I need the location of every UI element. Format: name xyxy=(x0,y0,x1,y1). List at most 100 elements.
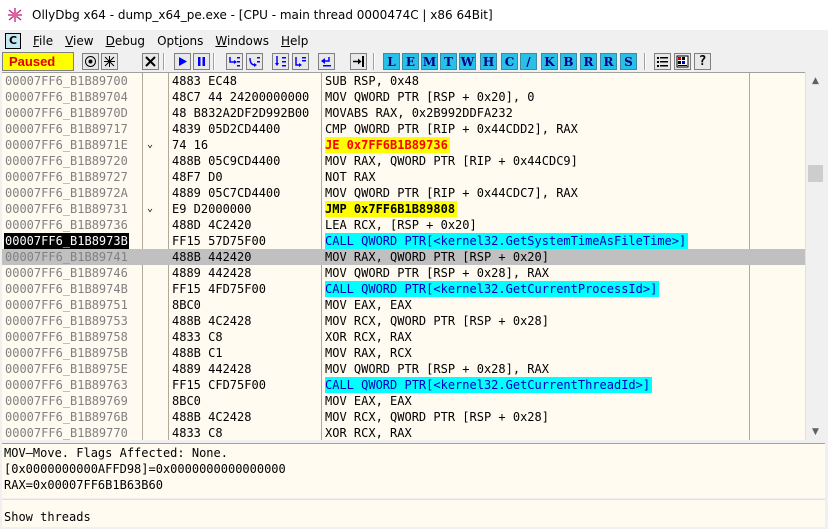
scroll-down-icon[interactable]: ▼ xyxy=(806,423,825,440)
log-window-button[interactable]: L xyxy=(383,53,400,70)
disassembly-scrollbar[interactable]: ▲ ▼ xyxy=(805,72,825,440)
row-address: 00007FF6_B1B89763 xyxy=(5,378,128,392)
row-command: XOR RCX, RAX xyxy=(325,330,412,344)
row-command: MOV QWORD PTR [RSP + 0x28], RAX xyxy=(325,362,549,376)
info-line-instruction: MOV—Move. Flags Affected: None. xyxy=(4,446,228,460)
scroll-thumb[interactable] xyxy=(808,165,823,182)
threads-window-button[interactable]: T xyxy=(440,53,457,70)
disassembly-row[interactable]: 00007FF6_B1B89769 8BC0 MOV EAX, EAX xyxy=(2,393,805,409)
menu-debug[interactable]: Debug xyxy=(100,34,151,48)
disassembly-row[interactable]: 00007FF6_B1B89751 8BC0 MOV EAX, EAX xyxy=(2,297,805,313)
execute-till-return-icon[interactable] xyxy=(318,53,335,70)
disassembly-row[interactable]: 00007FF6_B1B89704 48C7 44 24200000000 MOV … xyxy=(2,89,805,105)
disassembly-row[interactable]: 00007FF6_B1B89736 488D 4C2420 LEA RCX, [RS… xyxy=(2,217,805,233)
info-line-register: RAX=0x00007FF6B1B63B60 xyxy=(4,478,163,492)
disassembly-row[interactable]: 00007FF6_B1B89753 488B 4C2428 MOV RCX, QWO… xyxy=(2,313,805,329)
disassembly-row[interactable]: 00007FF6_B1B8972A 4889 05C7CD4400 MOV QWOR… xyxy=(2,185,805,201)
menu-file[interactable]: File xyxy=(27,34,59,48)
status-bar-text: Show threads xyxy=(4,510,91,524)
toolbar-separator xyxy=(163,53,165,70)
row-command: XOR RCX, RAX xyxy=(325,426,412,440)
current-instruction-address: 00007FF6_B1B8973B xyxy=(4,233,129,249)
cpu-window-icon[interactable]: C xyxy=(5,32,21,49)
disassembly-row[interactable]: 00007FF6_B1B89727 48F7 D0 NOT RAX xyxy=(2,169,805,185)
disassembly-row[interactable]: 00007FF6_B1B8971E ⌄ 74 16 JE 0x7FF6B1B89736 xyxy=(2,137,805,153)
breakpoints-window-button[interactable]: B xyxy=(560,53,577,70)
row-address: 00007FF6_B1B8970D xyxy=(5,106,128,120)
grid-icon[interactable] xyxy=(674,53,691,70)
source-window-button[interactable]: S xyxy=(620,53,637,70)
disassembly-row[interactable]: 00007FF6_B1B8970D 48 B832A2DF2D992B00 MOVA… xyxy=(2,105,805,121)
disassembly-row[interactable]: 00007FF6_B1B89720 488B 05C9CD4400 MOV RAX,… xyxy=(2,153,805,169)
step-over-icon[interactable] xyxy=(246,53,263,70)
row-hex-bytes: 488D 4C2420 xyxy=(172,218,252,232)
step-into-icon[interactable] xyxy=(226,53,243,70)
goto-icon[interactable] xyxy=(350,53,367,70)
disassembly-row[interactable]: 00007FF6_B1B8974B FF15 4FD75F00 CALL QWORD… xyxy=(2,281,805,297)
windows-window-button[interactable]: W xyxy=(459,53,476,70)
row-hex-bytes: FF15 4FD75F00 xyxy=(172,282,266,296)
row-address: 00007FF6_B1B89746 xyxy=(5,266,128,280)
open-icon[interactable] xyxy=(82,53,99,70)
menu-windows[interactable]: Windows xyxy=(209,34,275,48)
call-stack-window-button[interactable]: K xyxy=(541,53,558,70)
menu-help[interactable]: Help xyxy=(275,34,314,48)
row-address: 00007FF6_B1B89720 xyxy=(5,154,128,168)
disassembly-row[interactable]: 00007FF6_B1B89741 488B 442420 MOV RAX, QWO… xyxy=(2,249,805,265)
row-hex-bytes: 48 B832A2DF2D992B00 xyxy=(172,106,310,120)
disassembly-row[interactable]: 00007FF6_B1B89700 4883 EC48 SUB RSP, 0x48 xyxy=(2,73,805,89)
row-hex-bytes: 8BC0 xyxy=(172,298,201,312)
disassembly-row[interactable]: 00007FF6_B1B89763 FF15 CFD75F00 CALL QWORD… xyxy=(2,377,805,393)
ollydbg-bug-icon xyxy=(8,8,22,22)
row-hex-bytes: 488B 05C9CD4400 xyxy=(172,154,281,168)
row-address: 00007FF6_B1B89758 xyxy=(5,330,128,344)
run-icon[interactable] xyxy=(174,53,191,70)
disassembly-row[interactable]: 00007FF6_B1B8973B FF15 57D75F00 CALL QWORD… xyxy=(2,233,805,249)
patches-window-button[interactable]: / xyxy=(520,53,537,70)
row-command: CALL QWORD PTR[<kernel32.GetCurrentProce… xyxy=(325,281,660,297)
row-command: CALL QWORD PTR[<kernel32.GetSystemTimeAs… xyxy=(325,233,689,249)
restart-icon[interactable] xyxy=(101,53,118,70)
row-address: 00007FF6_B1B89741 xyxy=(5,250,128,264)
disassembly-row[interactable]: 00007FF6_B1B8975E 4889 442428 MOV QWORD PT… xyxy=(2,361,805,377)
row-address: 00007FF6_B1B89736 xyxy=(5,218,128,232)
row-hex-bytes: 4889 442428 xyxy=(172,362,252,376)
handles-window-button[interactable]: H xyxy=(480,53,497,70)
trace-into-icon[interactable] xyxy=(272,53,289,70)
disassembly-row[interactable]: 00007FF6_B1B89731 ⌄ E9 D2000000 JMP 0x7FF6B… xyxy=(2,201,805,217)
row-hex-bytes: 4839 05D2CD4400 xyxy=(172,122,281,136)
modules-window-button[interactable]: E xyxy=(402,53,419,70)
row-hex-bytes: 48C7 44 24200000000 xyxy=(172,90,310,104)
references-window-button[interactable]: R xyxy=(580,53,597,70)
scroll-up-icon[interactable]: ▲ xyxy=(806,72,825,89)
list-icon[interactable] xyxy=(654,53,671,70)
row-address: 00007FF6_B1B8971E xyxy=(5,138,128,152)
disassembly-row[interactable]: 00007FF6_B1B89758 4833 C8 XOR RCX, RAX xyxy=(2,329,805,345)
trace-over-icon[interactable] xyxy=(292,53,309,70)
disassembly-row[interactable]: 00007FF6_B1B8976B 488B 4C2428 MOV RCX, QWO… xyxy=(2,409,805,425)
row-hex-bytes: 4889 442428 xyxy=(172,266,252,280)
disassembly-row[interactable]: 00007FF6_B1B89770 4833 C8 XOR RCX, RAX xyxy=(2,425,805,440)
toolbar: Paused L E M T W H C / K B R R S ? xyxy=(0,51,828,72)
memory-window-button[interactable]: M xyxy=(421,53,438,70)
disassembly-row[interactable]: 00007FF6_B1B89746 4889 442428 MOV QWORD PT… xyxy=(2,265,805,281)
disassembly-row[interactable]: 00007FF6_B1B89717 4839 05D2CD4400 CMP QWOR… xyxy=(2,121,805,137)
row-command: MOV RAX, QWORD PTR [RIP + 0x44CDC9] xyxy=(325,154,578,168)
row-command: SUB RSP, 0x48 xyxy=(325,74,419,88)
disassembly-pane[interactable]: 00007FF6_B1B89700 4883 EC48 SUB RSP, 0x48 0… xyxy=(2,72,825,440)
menu-view[interactable]: View xyxy=(59,34,99,48)
row-hex-bytes: 488B C1 xyxy=(172,346,223,360)
cpu-window-button[interactable]: C xyxy=(501,53,518,70)
row-address: 00007FF6_B1B89770 xyxy=(5,426,128,440)
row-hex-bytes: 4883 EC48 xyxy=(172,74,238,88)
row-command: MOV EAX, EAX xyxy=(325,394,412,408)
close-icon[interactable] xyxy=(142,53,159,70)
run-trace-window-button[interactable]: R xyxy=(600,53,617,70)
row-address: 00007FF6_B1B89769 xyxy=(5,394,128,408)
info-pane[interactable]: MOV—Move. Flags Affected: None. [0x000000… xyxy=(2,443,825,498)
menu-options[interactable]: Options xyxy=(151,34,209,48)
help-icon[interactable]: ? xyxy=(694,53,711,70)
disassembly-row[interactable]: 00007FF6_B1B8975B 488B C1 MOV RAX, RCX xyxy=(2,345,805,361)
pause-icon[interactable] xyxy=(193,53,210,70)
row-address: 00007FF6_B1B8974B xyxy=(5,282,128,296)
